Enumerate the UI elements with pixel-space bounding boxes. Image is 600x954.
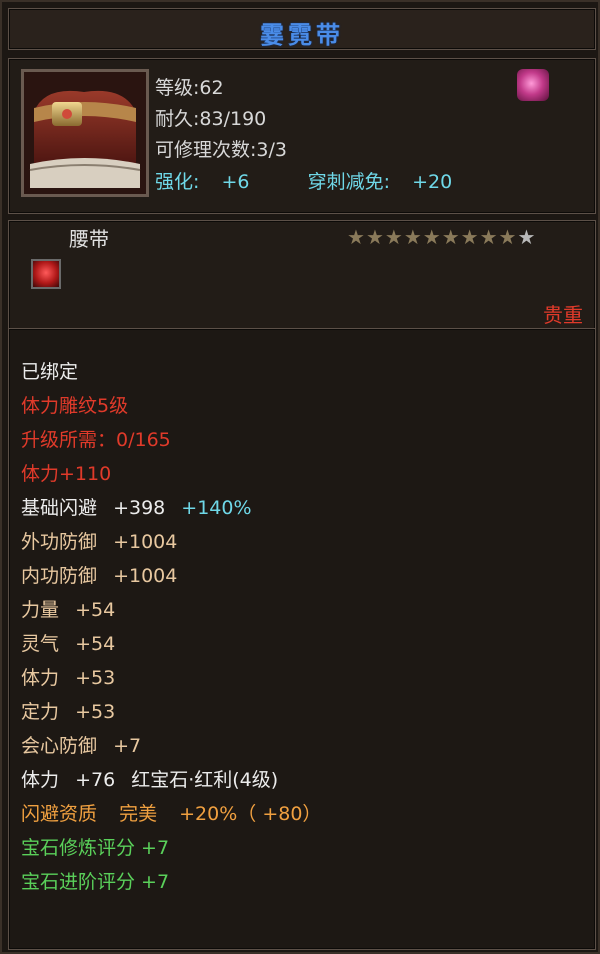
star-icon: ★ <box>479 225 498 249</box>
item-name: 霎霓带 <box>260 20 344 49</box>
vitality-label: 体力 <box>21 667 60 689</box>
equip-badge-icon <box>517 69 549 101</box>
vitality-bonus: 体力+110 <box>21 463 112 485</box>
engrave-level: 体力雕纹5级 <box>21 395 129 417</box>
star-empty-icon: ★ <box>517 225 536 249</box>
strength-value: +54 <box>75 599 116 621</box>
crit-def-value: +7 <box>113 735 142 757</box>
title-bar: 霎霓带 <box>8 8 596 50</box>
int-def-value: +1004 <box>113 565 178 587</box>
gem-advance-score: 宝石进阶评分 +7 <box>21 871 170 893</box>
focus-value: +53 <box>75 701 116 723</box>
spirit-value: +54 <box>75 633 116 655</box>
star-icon: ★ <box>441 225 460 249</box>
dodge-percent: +140% <box>181 497 252 519</box>
enhance-row: 强化: +6 穿刺减免: +20 <box>155 167 452 194</box>
star-icon: ★ <box>498 225 517 249</box>
belt-portrait-icon <box>21 69 149 197</box>
rarity-label: 贵重 <box>543 303 583 327</box>
ext-def-row: 外功防御 +1004 <box>21 527 177 554</box>
star-icon: ★ <box>422 225 441 249</box>
type-section: 腰带 ★★★★★★★★★★ 贵重 <box>8 220 596 330</box>
dodge-row: 基础闪避 +398 +140% <box>21 493 252 520</box>
focus-row: 定力 +53 <box>21 697 115 724</box>
gem-stat-label: 体力 <box>21 769 60 791</box>
spirit-row: 灵气 +54 <box>21 629 115 656</box>
ext-def-label: 外功防御 <box>21 531 98 553</box>
item-type: 腰带 <box>69 227 109 251</box>
attributes-section: 已绑定 体力雕纹5级 升级所需：0/165 体力+110 基础闪避 +398 +… <box>8 328 596 950</box>
gem-name: 红宝石·红利(4级) <box>131 769 279 791</box>
enhance-label: 强化: <box>155 171 200 193</box>
quality-label: 闪避资质 <box>21 803 98 825</box>
upgrade-requirement: 升级所需：0/165 <box>21 429 171 451</box>
level-text: 等级:62 <box>155 77 224 99</box>
quality-grade: 完美 <box>119 803 158 825</box>
ruby-gem-icon[interactable] <box>31 259 61 289</box>
pierce-label: 穿刺减免: <box>307 171 391 193</box>
star-icon: ★ <box>365 225 384 249</box>
star-icon: ★ <box>460 225 479 249</box>
gem-stat-row: 体力 +76 红宝石·红利(4级) <box>21 765 278 792</box>
durability-text: 耐久:83/190 <box>155 108 267 130</box>
int-def-label: 内功防御 <box>21 565 98 587</box>
star-rating: ★★★★★★★★★★ <box>347 225 536 249</box>
spirit-label: 灵气 <box>21 633 60 655</box>
int-def-row: 内功防御 +1004 <box>21 561 177 588</box>
vitality-value: +53 <box>75 667 116 689</box>
enhance-value: +6 <box>221 171 250 193</box>
vitality-row: 体力 +53 <box>21 663 115 690</box>
pierce-value: +20 <box>412 171 453 193</box>
quality-row: 闪避资质 完美 +20%（ +80） <box>21 799 321 826</box>
crit-def-row: 会心防御 +7 <box>21 731 141 758</box>
dodge-label: 基础闪避 <box>21 497 98 519</box>
star-icon: ★ <box>403 225 422 249</box>
gem-refine-score: 宝石修炼评分 +7 <box>21 837 170 859</box>
item-tooltip: 霎霓带 等级:62 耐久:83/190 可修理次数:3/3 强化: +6 穿刺减… <box>0 0 600 954</box>
quality-value: +20%（ +80） <box>179 803 322 825</box>
focus-label: 定力 <box>21 701 60 723</box>
info-section: 等级:62 耐久:83/190 可修理次数:3/3 强化: +6 穿刺减免: +… <box>8 58 596 214</box>
bound-status: 已绑定 <box>21 361 79 383</box>
strength-row: 力量 +54 <box>21 595 115 622</box>
star-icon: ★ <box>347 225 365 249</box>
gem-stat-value: +76 <box>75 769 116 791</box>
dodge-value: +398 <box>113 497 166 519</box>
star-icon: ★ <box>384 225 403 249</box>
strength-label: 力量 <box>21 599 60 621</box>
ext-def-value: +1004 <box>113 531 178 553</box>
repair-count-text: 可修理次数:3/3 <box>155 139 287 161</box>
crit-def-label: 会心防御 <box>21 735 98 757</box>
